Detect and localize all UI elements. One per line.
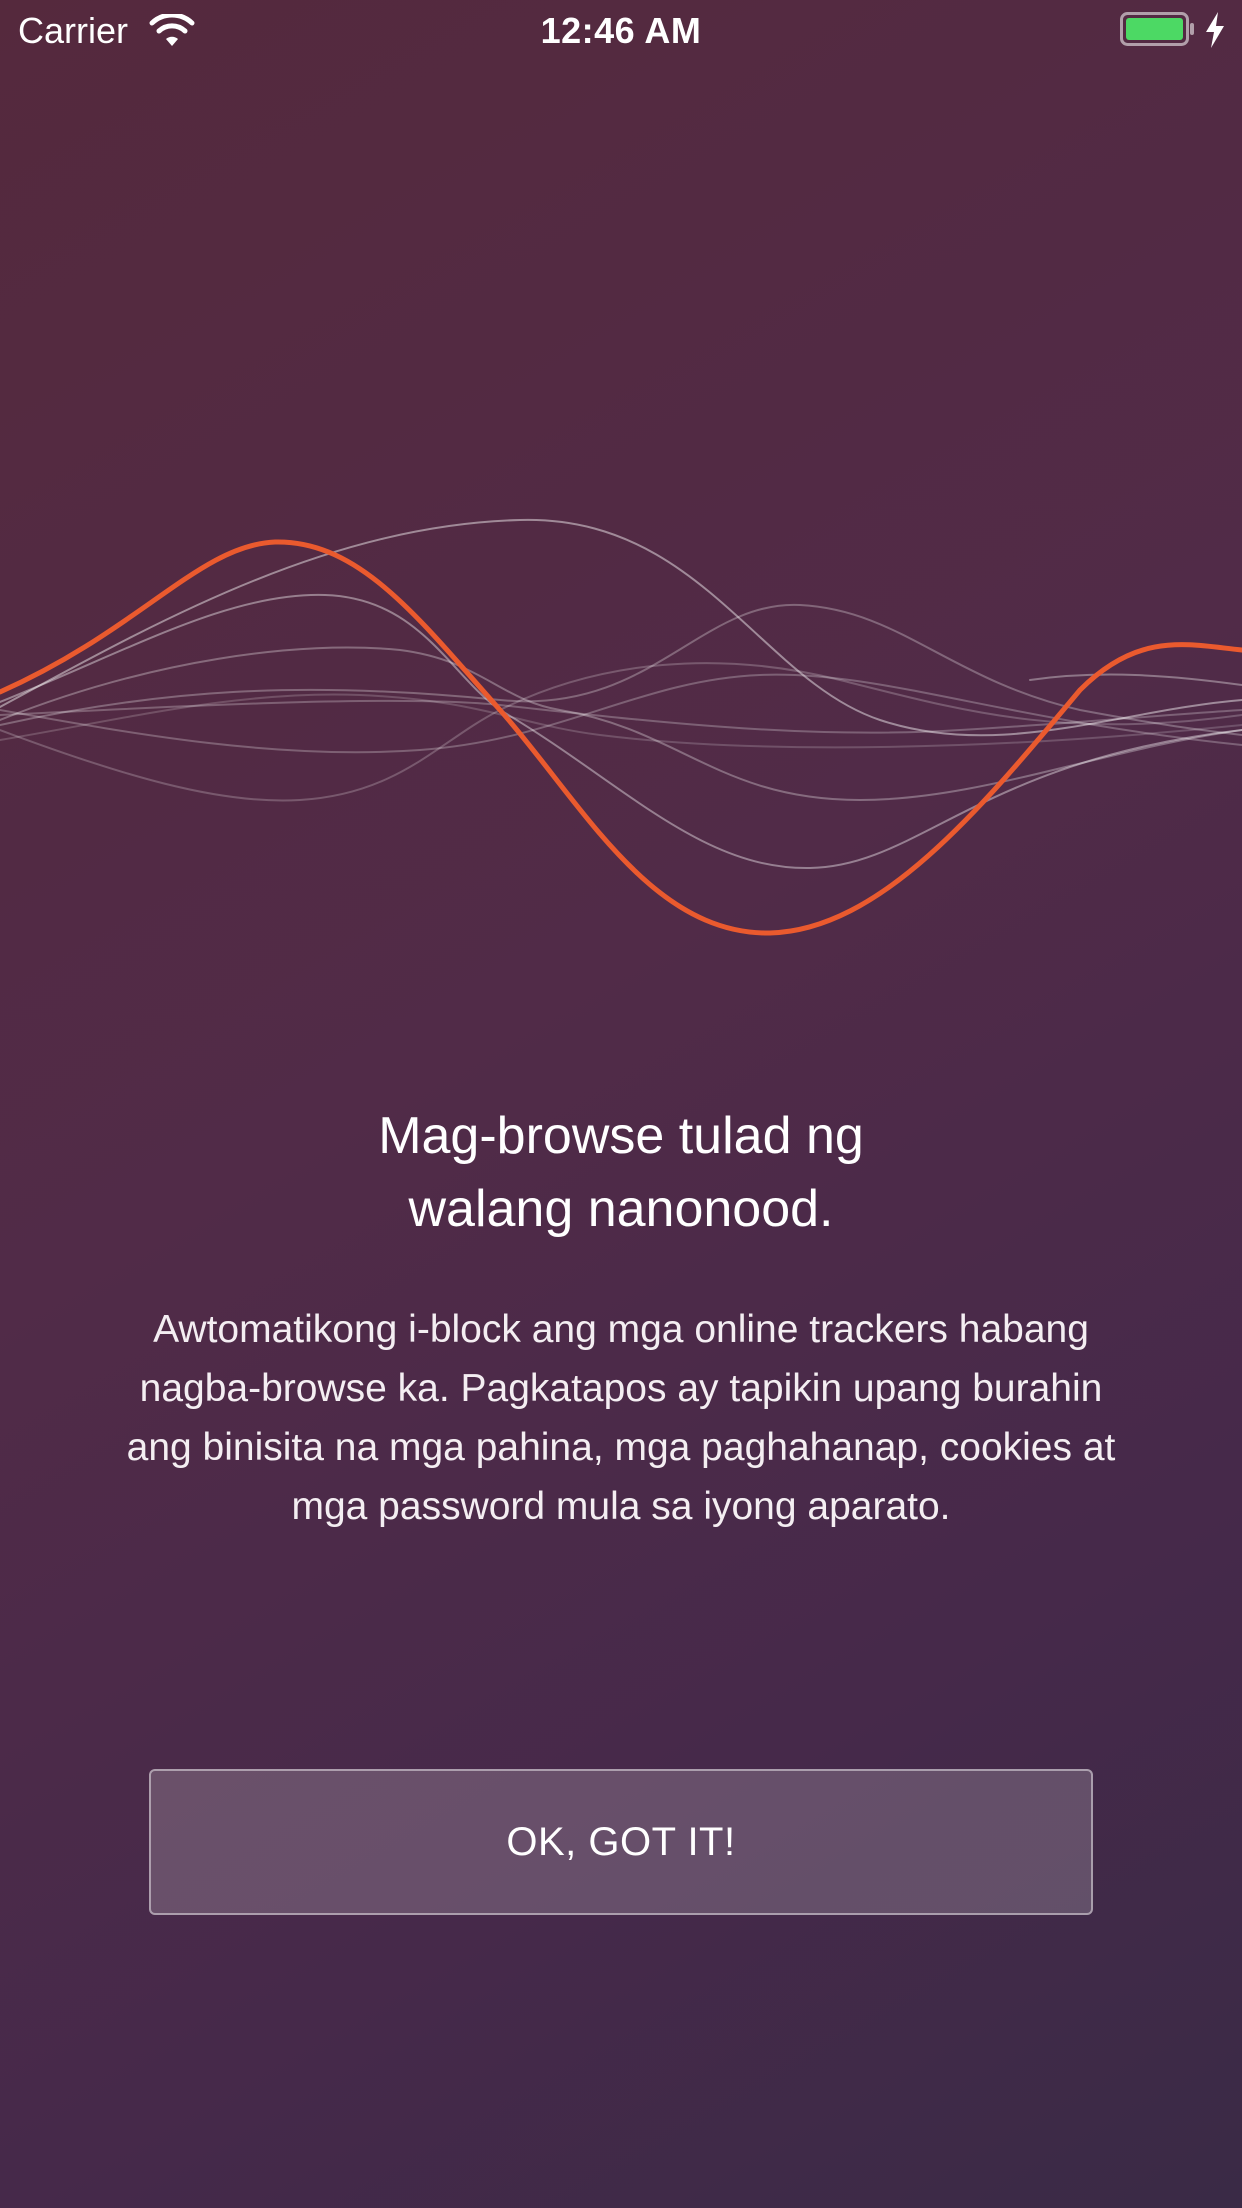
- onboarding-title-line-1: Mag-browse tulad ng: [378, 1107, 864, 1165]
- onboarding-description: Awtomatikong i-block ang mga online trac…: [126, 1308, 1116, 1528]
- charging-bolt-icon: [1206, 12, 1224, 48]
- onboarding-title: Mag-browse tulad ng walang nanonood.: [121, 1100, 1121, 1246]
- battery-icon: [1120, 12, 1194, 46]
- waveform-illustration: [0, 518, 1242, 936]
- ok-got-it-button[interactable]: OK, GOT IT!: [149, 1769, 1093, 1915]
- status-time: 12:46 AM: [540, 10, 702, 51]
- onboarding-title-line-2: walang nanonood.: [408, 1180, 834, 1238]
- status-bar: Carrier 12:46 AM: [0, 0, 1242, 62]
